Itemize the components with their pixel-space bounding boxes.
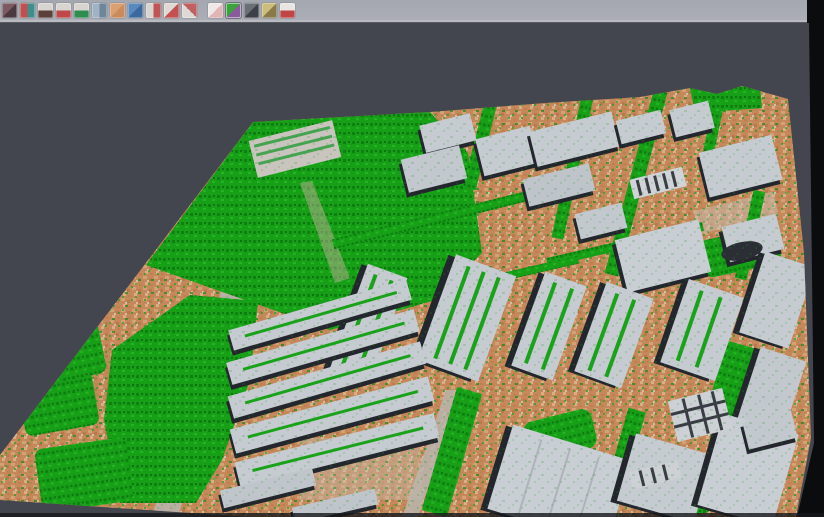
- grid-overlay-icon[interactable]: [208, 3, 223, 18]
- measure-circle-icon[interactable]: [164, 3, 179, 18]
- profile-view-icon[interactable]: [92, 3, 107, 18]
- terrain-model-icon[interactable]: [38, 3, 53, 18]
- toolbar-separator: [200, 3, 208, 18]
- hillshade-sphere-icon[interactable]: [244, 3, 259, 18]
- contour-lines-icon[interactable]: [146, 3, 161, 18]
- flag-report-icon[interactable]: [280, 3, 295, 18]
- classification-colors-icon[interactable]: [226, 3, 241, 18]
- cross-section-icon[interactable]: [262, 3, 277, 18]
- orthophoto-icon[interactable]: [110, 3, 125, 18]
- zoom-extents-icon[interactable]: [182, 3, 197, 18]
- vegetation-surface-icon[interactable]: [74, 3, 89, 18]
- screen-edge-bottom: [0, 513, 824, 517]
- application-window: [0, 0, 824, 517]
- viewport-3d[interactable]: [0, 23, 824, 517]
- points-cloud-icon[interactable]: [2, 3, 17, 18]
- point-cloud-scene: [0, 23, 824, 517]
- toolbar: [0, 0, 807, 20]
- control-points-icon[interactable]: [56, 3, 71, 18]
- globe-3d-view-icon[interactable]: [128, 3, 143, 18]
- classify-tool-icon[interactable]: [20, 3, 35, 18]
